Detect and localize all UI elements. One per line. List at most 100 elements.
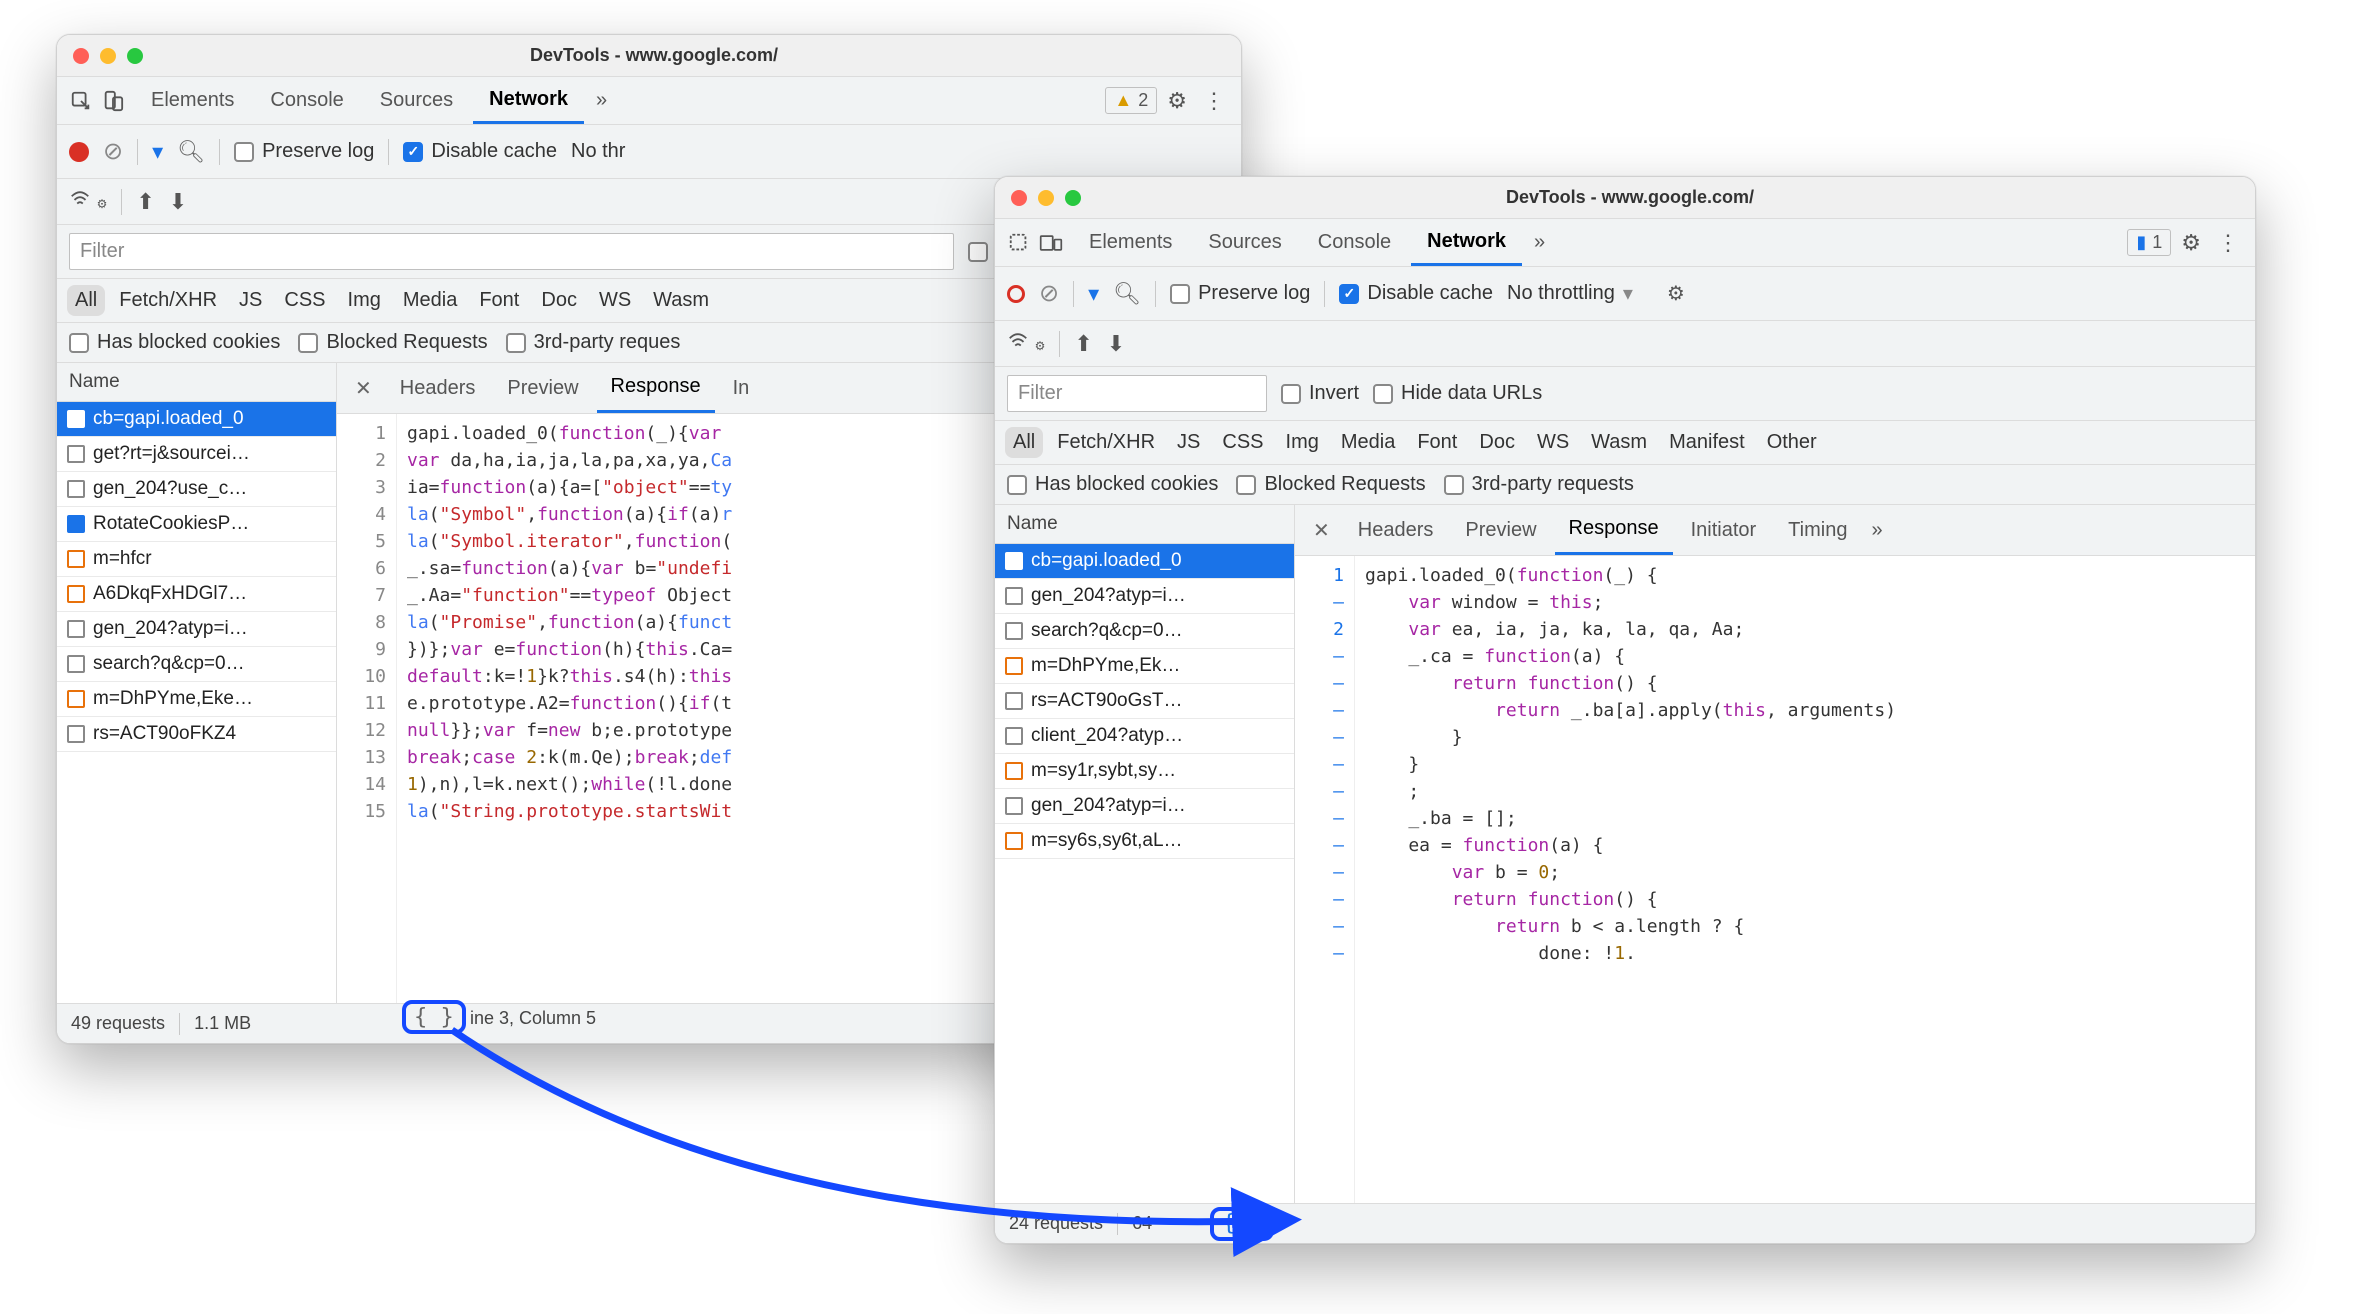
filter-input[interactable]: Filter: [69, 233, 954, 270]
search-icon[interactable]: 🔍︎: [177, 139, 205, 165]
filter-input[interactable]: Filter: [1007, 375, 1267, 412]
record-button[interactable]: [69, 142, 89, 162]
preserve-log-checkbox[interactable]: Preserve log: [1170, 282, 1310, 305]
inspect-icon[interactable]: [1005, 232, 1033, 254]
third-party-checkbox[interactable]: 3rd-party requests: [1444, 473, 1634, 496]
request-row[interactable]: gen_204?atyp=i…: [995, 579, 1294, 614]
inspect-icon[interactable]: [67, 90, 95, 112]
tab-elements[interactable]: Elements: [1073, 221, 1188, 264]
type-filter-js[interactable]: JS: [1169, 427, 1208, 458]
request-row[interactable]: gen_204?use_c…: [57, 472, 336, 507]
zoom-dot-icon[interactable]: [1065, 190, 1081, 206]
request-row[interactable]: get?rt=j&sourcei…: [57, 437, 336, 472]
throttling-select[interactable]: No throttling▾: [1507, 281, 1633, 306]
detail-tab-response[interactable]: Response: [1555, 505, 1673, 555]
minimize-dot-icon[interactable]: [1038, 190, 1054, 206]
hide-data-urls-checkbox[interactable]: Hide data URLs: [1373, 382, 1542, 405]
request-row[interactable]: m=sy6s,sy6t,aL…: [995, 824, 1294, 859]
type-filter-ws[interactable]: WS: [1529, 427, 1577, 458]
network-conditions-icon[interactable]: ⚙: [69, 188, 107, 216]
device-icon[interactable]: [1037, 233, 1065, 253]
type-filter-css[interactable]: CSS: [1214, 427, 1271, 458]
menu-kebab-icon[interactable]: ⋮: [2211, 230, 2245, 256]
tab-network[interactable]: Network: [1411, 220, 1522, 266]
close-detail-icon[interactable]: ✕: [345, 368, 382, 409]
detail-tab-headers[interactable]: Headers: [1344, 507, 1448, 554]
download-har-icon[interactable]: ⬇: [169, 189, 187, 215]
detail-tab-headers[interactable]: Headers: [386, 365, 490, 412]
pretty-print-button[interactable]: { }: [402, 1000, 466, 1034]
detail-tab-timing[interactable]: Timing: [1774, 507, 1861, 554]
filter-funnel-icon[interactable]: ▾: [1088, 281, 1099, 307]
type-filter-fetchxhr[interactable]: Fetch/XHR: [111, 285, 225, 316]
tab-console[interactable]: Console: [254, 79, 359, 122]
tab-network[interactable]: Network: [473, 78, 584, 124]
detail-tab-preview[interactable]: Preview: [493, 365, 592, 412]
request-row[interactable]: rs=ACT90oFKZ4: [57, 717, 336, 752]
device-icon[interactable]: [99, 90, 127, 112]
type-filter-media[interactable]: Media: [1333, 427, 1403, 458]
type-filter-media[interactable]: Media: [395, 285, 465, 316]
request-row[interactable]: m=sy1r,sybt,sy…: [995, 754, 1294, 789]
request-row[interactable]: search?q&cp=0…: [995, 614, 1294, 649]
type-filter-font[interactable]: Font: [471, 285, 527, 316]
request-row[interactable]: search?q&cp=0…: [57, 647, 336, 682]
messages-chip[interactable]: ▮1: [2127, 229, 2171, 256]
record-button[interactable]: [1007, 285, 1025, 303]
settings-gear-icon[interactable]: ⚙: [2175, 230, 2207, 256]
filter-funnel-icon[interactable]: ▾: [152, 139, 163, 165]
upload-har-icon[interactable]: ⬆: [1074, 331, 1092, 357]
more-tabs[interactable]: »: [1526, 221, 1553, 264]
close-detail-icon[interactable]: ✕: [1303, 510, 1340, 551]
detail-tab-initiator[interactable]: In: [719, 365, 764, 412]
network-settings-gear-icon[interactable]: ⚙: [1661, 281, 1691, 306]
third-party-checkbox[interactable]: 3rd-party reques: [506, 331, 681, 354]
clear-icon[interactable]: ⊘: [103, 137, 123, 166]
request-row[interactable]: client_204?atyp…: [995, 719, 1294, 754]
pretty-print-button[interactable]: { }: [1210, 1207, 1274, 1241]
detail-tab-more[interactable]: »: [1865, 507, 1888, 554]
type-filter-wasm[interactable]: Wasm: [645, 285, 717, 316]
type-filter-fetchxhr[interactable]: Fetch/XHR: [1049, 427, 1163, 458]
type-filter-manifest[interactable]: Manifest: [1661, 427, 1753, 458]
traffic-lights[interactable]: [73, 48, 143, 64]
type-filter-wasm[interactable]: Wasm: [1583, 427, 1655, 458]
type-filter-img[interactable]: Img: [1278, 427, 1327, 458]
type-filter-doc[interactable]: Doc: [1471, 427, 1523, 458]
type-filter-all[interactable]: All: [1005, 427, 1043, 458]
request-row[interactable]: m=DhPYme,Eke…: [57, 682, 336, 717]
close-dot-icon[interactable]: [1011, 190, 1027, 206]
blocked-requests-checkbox[interactable]: Blocked Requests: [1236, 473, 1425, 496]
search-icon[interactable]: 🔍︎: [1113, 281, 1141, 307]
request-row[interactable]: m=hfcr: [57, 542, 336, 577]
request-row[interactable]: cb=gapi.loaded_0: [57, 402, 336, 437]
name-column-header[interactable]: Name: [57, 363, 336, 402]
request-row[interactable]: RotateCookiesP…: [57, 507, 336, 542]
menu-kebab-icon[interactable]: ⋮: [1197, 88, 1231, 114]
detail-tab-preview[interactable]: Preview: [1451, 507, 1550, 554]
request-row[interactable]: cb=gapi.loaded_0: [995, 544, 1294, 579]
request-row[interactable]: m=DhPYme,Ek…: [995, 649, 1294, 684]
clear-icon[interactable]: ⊘: [1039, 279, 1059, 308]
request-row[interactable]: gen_204?atyp=i…: [995, 789, 1294, 824]
request-row[interactable]: gen_204?atyp=i…: [57, 612, 336, 647]
download-har-icon[interactable]: ⬇: [1107, 331, 1125, 357]
has-blocked-cookies-checkbox[interactable]: Has blocked cookies: [1007, 473, 1218, 496]
traffic-lights[interactable]: [1011, 190, 1081, 206]
tab-elements[interactable]: Elements: [135, 79, 250, 122]
request-row[interactable]: A6DkqFxHDGl7…: [57, 577, 336, 612]
close-dot-icon[interactable]: [73, 48, 89, 64]
detail-tab-response[interactable]: Response: [597, 363, 715, 413]
preserve-log-checkbox[interactable]: Preserve log: [234, 140, 374, 163]
disable-cache-checkbox[interactable]: ✓Disable cache: [403, 140, 557, 163]
tab-sources[interactable]: Sources: [364, 79, 469, 122]
tab-console[interactable]: Console: [1302, 221, 1407, 264]
detail-tab-initiator[interactable]: Initiator: [1677, 507, 1771, 554]
type-filter-ws[interactable]: WS: [591, 285, 639, 316]
type-filter-other[interactable]: Other: [1759, 427, 1825, 458]
type-filter-js[interactable]: JS: [231, 285, 270, 316]
more-tabs[interactable]: »: [588, 79, 615, 122]
disable-cache-checkbox[interactable]: ✓Disable cache: [1339, 282, 1493, 305]
type-filter-doc[interactable]: Doc: [533, 285, 585, 316]
type-filter-all[interactable]: All: [67, 285, 105, 316]
